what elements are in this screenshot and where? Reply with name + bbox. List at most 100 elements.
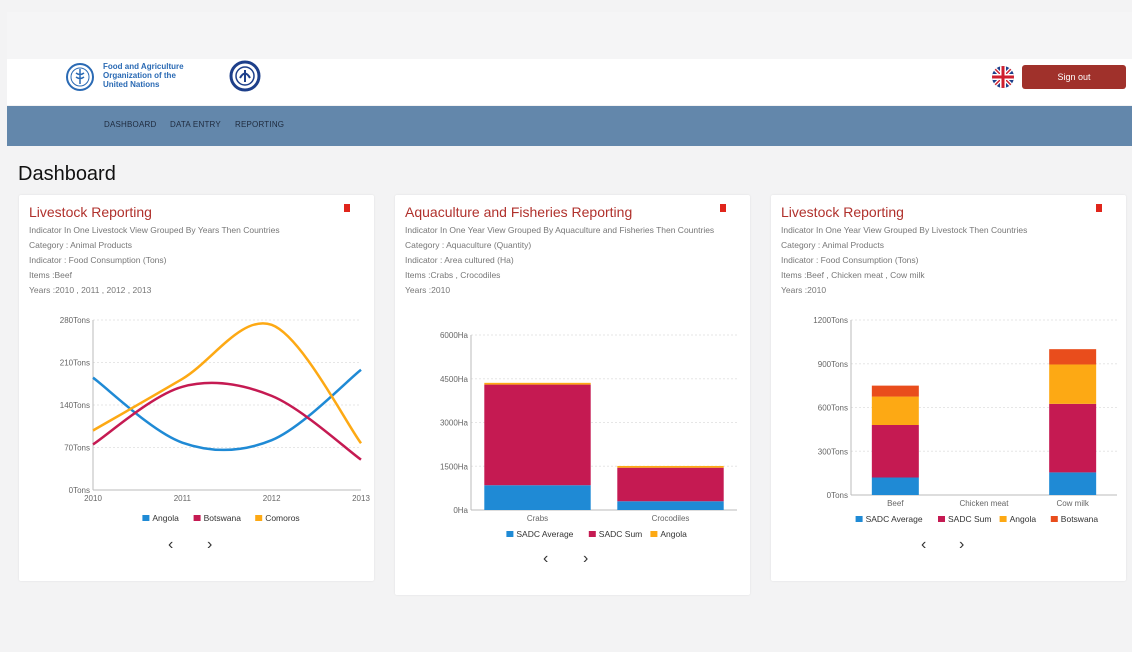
card-title: Livestock Reporting (29, 204, 152, 220)
fao-name-line: Food and Agriculture (103, 62, 184, 71)
top-strip (7, 12, 1132, 59)
legend-swatch (588, 531, 596, 537)
y-tick-label: 6000Ha (440, 331, 469, 340)
meta-line: Indicator In One Year View Grouped By Li… (781, 225, 1028, 235)
navbar: DASHBOARD DATA ENTRY REPORTING (7, 106, 1132, 146)
delete-icon[interactable] (1096, 204, 1102, 212)
delete-icon[interactable] (344, 204, 350, 212)
y-tick-label: 0Tons (827, 491, 848, 500)
bar-segment-angola (484, 382, 591, 385)
y-tick-label: 300Tons (818, 447, 848, 456)
legend-swatch (506, 531, 514, 537)
meta-line: Years :2010 (405, 285, 451, 295)
legend-swatch (650, 531, 658, 537)
legend-label: Botswana (204, 513, 242, 523)
y-tick-label: 140Tons (60, 401, 90, 410)
line-chart: 0Tons70Tons140Tons210Tons280Tons2010 2011… (60, 316, 371, 523)
legend-swatch (142, 515, 150, 521)
page-title: Dashboard (18, 163, 116, 185)
meta-line: Items :Beef (29, 270, 72, 280)
meta-line: Years :2010 (781, 285, 827, 295)
legend-swatch (855, 516, 863, 522)
fao-name: Food and Agriculture Organization of the… (103, 62, 213, 89)
nav-item-data-entry[interactable]: DATA ENTRY (170, 120, 221, 129)
next-chevron-icon[interactable]: › (959, 536, 964, 554)
previous-chevron-icon[interactable]: ‹ (168, 536, 173, 554)
card-title: Livestock Reporting (781, 204, 904, 220)
livestock-bar-card: Livestock Reporting Indicator In One Yea… (771, 195, 1126, 581)
legend-label: Botswana (1061, 514, 1099, 524)
bar-segment-angola (1049, 364, 1097, 404)
x-tick-label: 2013 (352, 494, 370, 503)
meta-line: Indicator : Food Consumption (Tons) (781, 255, 919, 265)
x-tick-label: Beef (887, 499, 904, 508)
y-tick-label: 1500Ha (440, 462, 469, 471)
sadc-logo-icon (229, 60, 261, 92)
y-tick-label: 0Ha (453, 506, 468, 515)
y-tick-label: 1200Tons (813, 316, 848, 325)
previous-chevron-icon[interactable]: ‹ (543, 550, 548, 568)
card-meta: Indicator In One Year View Grouped By Aq… (405, 223, 720, 298)
meta-line: Items :Crabs , Crocodiles (405, 270, 501, 280)
nav-item-dashboard[interactable]: DASHBOARD (104, 120, 156, 129)
x-tick-label: 2011 (174, 494, 192, 503)
legend-label: Angola (660, 529, 687, 539)
x-tick-label: Crocodiles (652, 514, 690, 523)
y-tick-label: 900Tons (818, 360, 848, 369)
y-tick-label: 4500Ha (440, 375, 469, 384)
bar-segment-sadc-average (484, 485, 591, 510)
bar-segment-sadc-average (871, 477, 919, 495)
previous-chevron-icon[interactable]: ‹ (921, 536, 926, 554)
next-chevron-icon[interactable]: › (583, 550, 588, 568)
card-title: Aquaculture and Fisheries Reporting (405, 204, 633, 220)
bar-segment-sadc-sum (617, 467, 724, 502)
legend-label: SADC Sum (599, 529, 642, 539)
fao-name-line: United Nations (103, 80, 160, 89)
livestock-line-card: Livestock Reporting Indicator In One Liv… (19, 195, 374, 581)
bar-segment-angola (871, 396, 919, 425)
header: Food and Agriculture Organization of the… (7, 59, 1132, 105)
x-tick-label: Chicken meat (960, 499, 1010, 508)
legend-swatch (193, 515, 201, 521)
bar-segment-botswana (871, 385, 919, 397)
bar-segment-angola (617, 465, 724, 468)
uk-flag-icon[interactable] (992, 66, 1014, 88)
card-meta: Indicator In One Livestock View Grouped … (29, 223, 344, 298)
next-chevron-icon[interactable]: › (207, 536, 212, 554)
legend-label: Angola (152, 513, 179, 523)
y-tick-label: 600Tons (818, 404, 848, 413)
fao-logo-icon (66, 63, 94, 91)
meta-line: Indicator In One Year View Grouped By Aq… (405, 225, 715, 235)
y-tick-label: 3000Ha (440, 419, 469, 428)
x-tick-label: 2012 (263, 494, 281, 503)
aquaculture-bar-card: Aquaculture and Fisheries Reporting Indi… (395, 195, 750, 595)
meta-line: Years :2010 , 2011 , 2012 , 2013 (29, 285, 152, 295)
legend-label: SADC Sum (948, 514, 991, 524)
stacked-bar-chart: 0Ha 1500Ha 3000Ha 4500Ha 6000Ha Crabs Crocodil… (440, 331, 737, 539)
legend-label: Angola (1010, 514, 1037, 524)
legend-label: SADC Average (516, 529, 573, 539)
meta-line: Category : Animal Products (29, 240, 132, 250)
meta-line: Indicator : Food Consumption (Tons) (29, 255, 167, 265)
bar-segment-sadc-sum (1049, 403, 1097, 473)
meta-line: Category : Aquaculture (Quantity) (405, 240, 532, 250)
nav-item-reporting[interactable]: REPORTING (235, 120, 284, 129)
legend-swatch (938, 516, 945, 522)
x-tick-label: Cow milk (1056, 499, 1089, 508)
fao-name-line: Organization of the (103, 71, 176, 80)
y-tick-label: 210Tons (60, 359, 90, 368)
y-tick-label: 280Tons (60, 316, 90, 325)
bar-segment-sadc-sum (871, 425, 919, 478)
meta-line: Category : Animal Products (781, 240, 884, 250)
legend-label: Comoros (265, 513, 299, 523)
legend-label: SADC Average (866, 514, 923, 524)
meta-line: Items :Beef , Chicken meat , Cow milk (781, 270, 925, 280)
card-meta: Indicator In One Year View Grouped By Li… (781, 223, 1096, 298)
sign-out-button[interactable]: Sign out (1022, 65, 1126, 89)
legend-swatch (999, 516, 1007, 522)
delete-icon[interactable] (720, 204, 726, 212)
legend-swatch (1050, 516, 1058, 522)
bar-segment-sadc-average (617, 501, 724, 510)
meta-line: Indicator : Area cultured (Ha) (405, 255, 514, 265)
series-line-angola (92, 368, 362, 452)
